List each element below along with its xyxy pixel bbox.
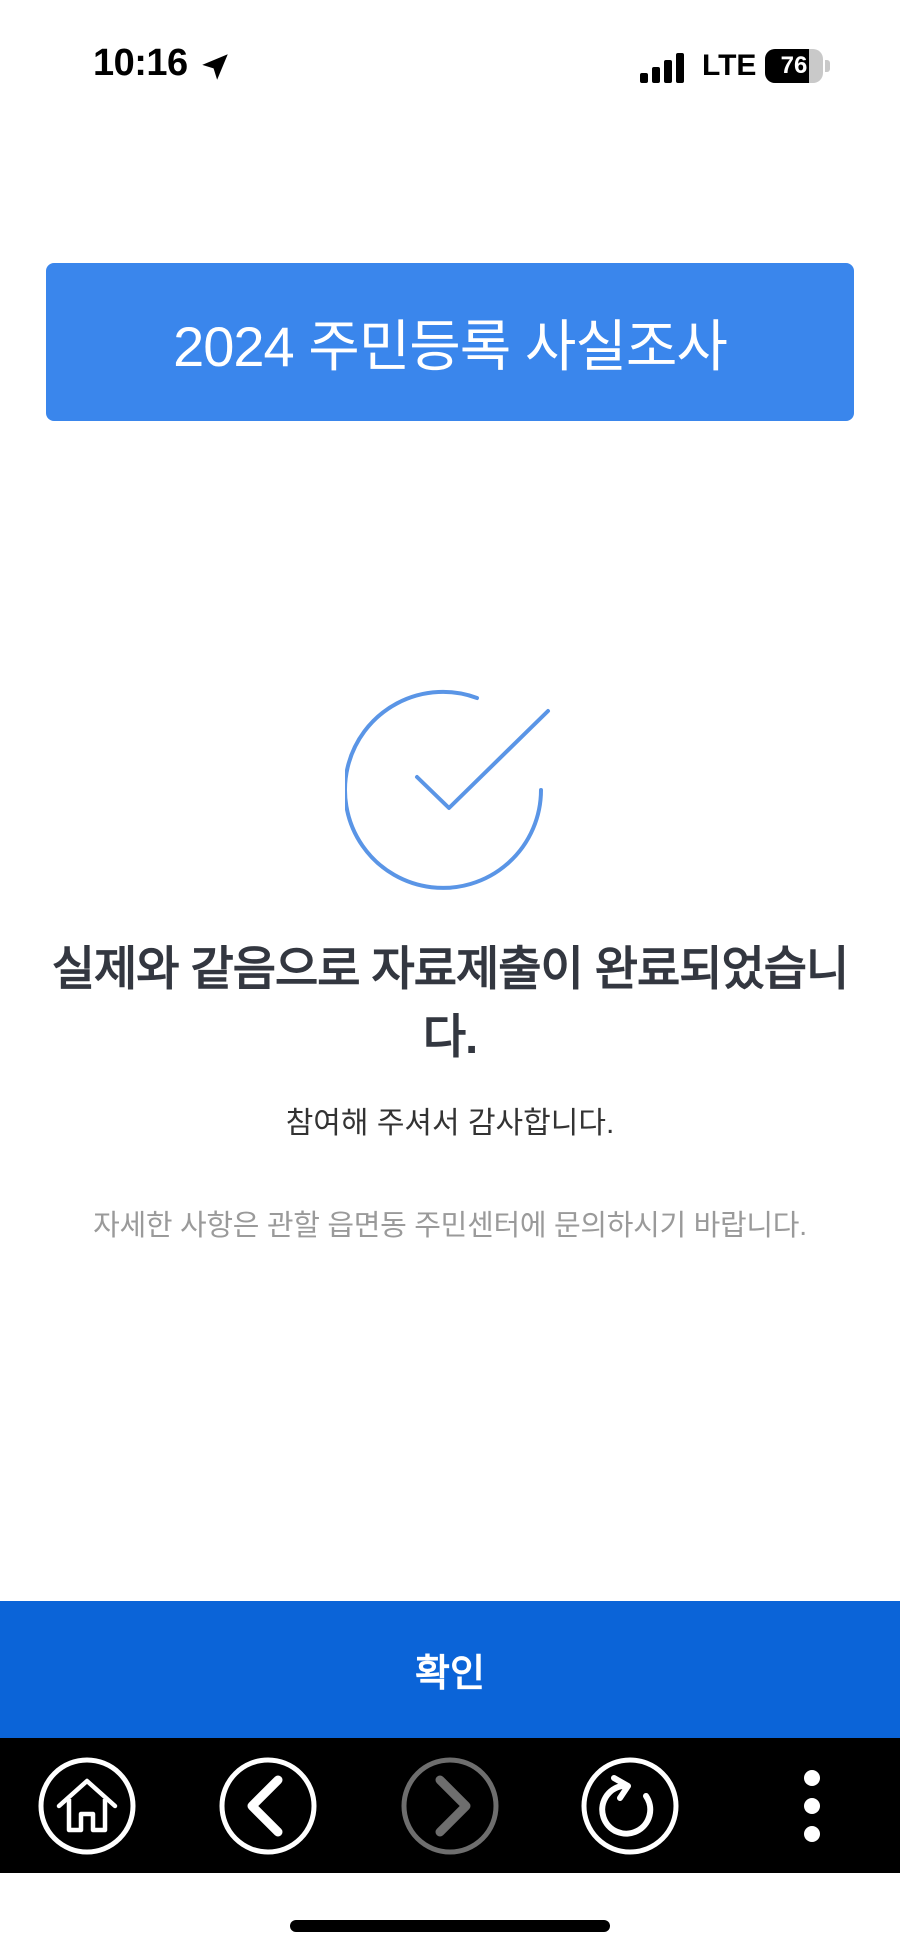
title-banner: 2024 주민등록 사실조사 bbox=[46, 263, 854, 421]
info-message: 자세한 사항은 관할 읍면동 주민센터에 문의하시기 바랍니다. bbox=[93, 1210, 807, 1242]
battery-icon: 76 bbox=[765, 49, 831, 83]
confirm-button-label: 확인 bbox=[415, 1653, 485, 1695]
completion-message: 실제와 같음으로 자료제출이 완료되었습니다. bbox=[51, 942, 850, 1063]
home-icon[interactable] bbox=[37, 1756, 137, 1856]
forward-icon[interactable] bbox=[400, 1756, 500, 1856]
thanks-message: 참여해 주셔서 감사합니다. bbox=[285, 1107, 615, 1140]
home-indicator[interactable] bbox=[290, 1920, 610, 1932]
status-bar: 10:16 LTE 76 bbox=[0, 0, 900, 130]
browser-toolbar bbox=[0, 1738, 900, 1873]
more-icon[interactable] bbox=[762, 1756, 862, 1856]
cellular-signal-icon bbox=[640, 51, 688, 83]
location-arrow-icon bbox=[202, 54, 228, 80]
back-icon[interactable] bbox=[218, 1756, 318, 1856]
status-time: 10:16 bbox=[93, 42, 188, 84]
network-type: LTE bbox=[702, 49, 757, 82]
checkmark-circle-icon bbox=[345, 689, 550, 890]
battery-percent: 76 bbox=[780, 52, 808, 79]
confirm-button[interactable]: 확인 bbox=[0, 1601, 900, 1738]
refresh-icon[interactable] bbox=[580, 1756, 680, 1856]
page-title: 2024 주민등록 사실조사 bbox=[173, 314, 728, 378]
